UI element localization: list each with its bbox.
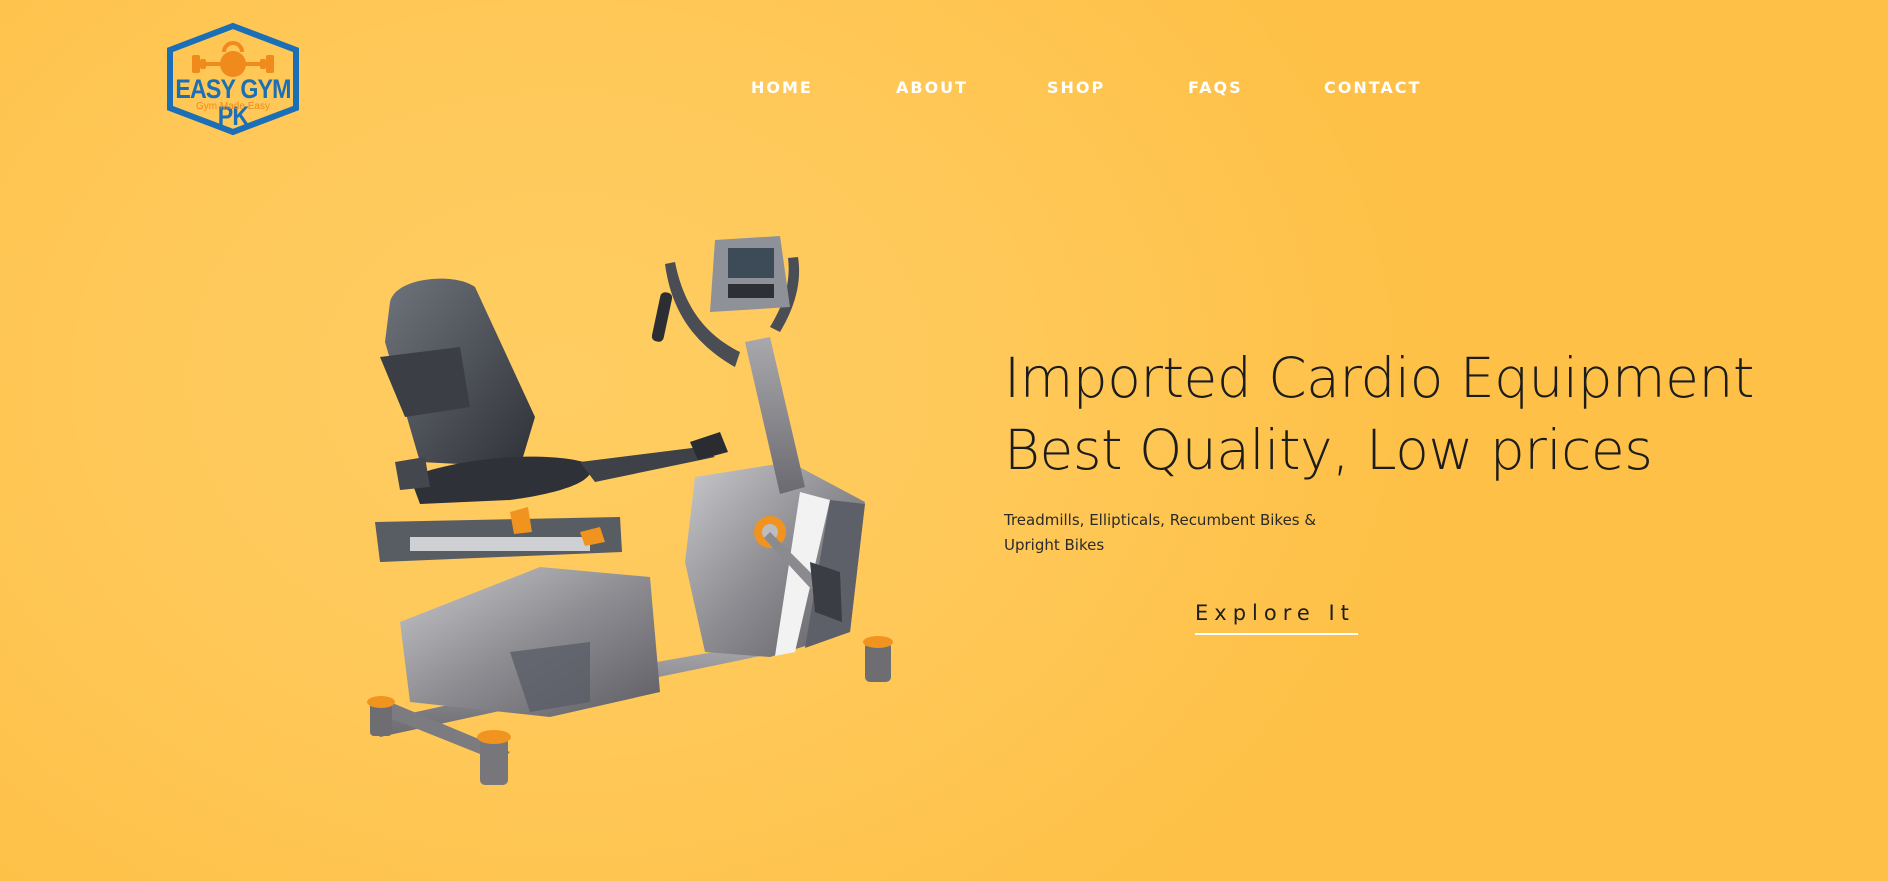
nav-item-contact[interactable]: CONTACT: [1324, 78, 1421, 98]
hero-title-line-2: Best Quality, Low prices: [1004, 418, 1653, 482]
hero-product-image: [350, 232, 910, 792]
recumbent-bike-icon: [367, 236, 893, 785]
nav-item-home[interactable]: HOME: [751, 78, 813, 98]
nav-item-shop[interactable]: SHOP: [1047, 78, 1105, 98]
nav-item-about[interactable]: ABOUT: [896, 78, 968, 98]
hero-title-line-1: Imported Cardio Equipment: [1004, 346, 1754, 410]
brand-tagline: Gym Made Easy: [196, 101, 270, 112]
explore-it-button[interactable]: Explore It: [1195, 601, 1358, 635]
hero-subtitle: Treadmills, Ellipticals, Recumbent Bikes…: [1004, 511, 1317, 554]
main-nav: HOME ABOUT SHOP FAQS CONTACT: [0, 78, 1888, 98]
nav-item-faqs[interactable]: FAQS: [1188, 78, 1243, 98]
hero-title: Imported Cardio Equipment Best Quality, …: [1004, 342, 1754, 486]
